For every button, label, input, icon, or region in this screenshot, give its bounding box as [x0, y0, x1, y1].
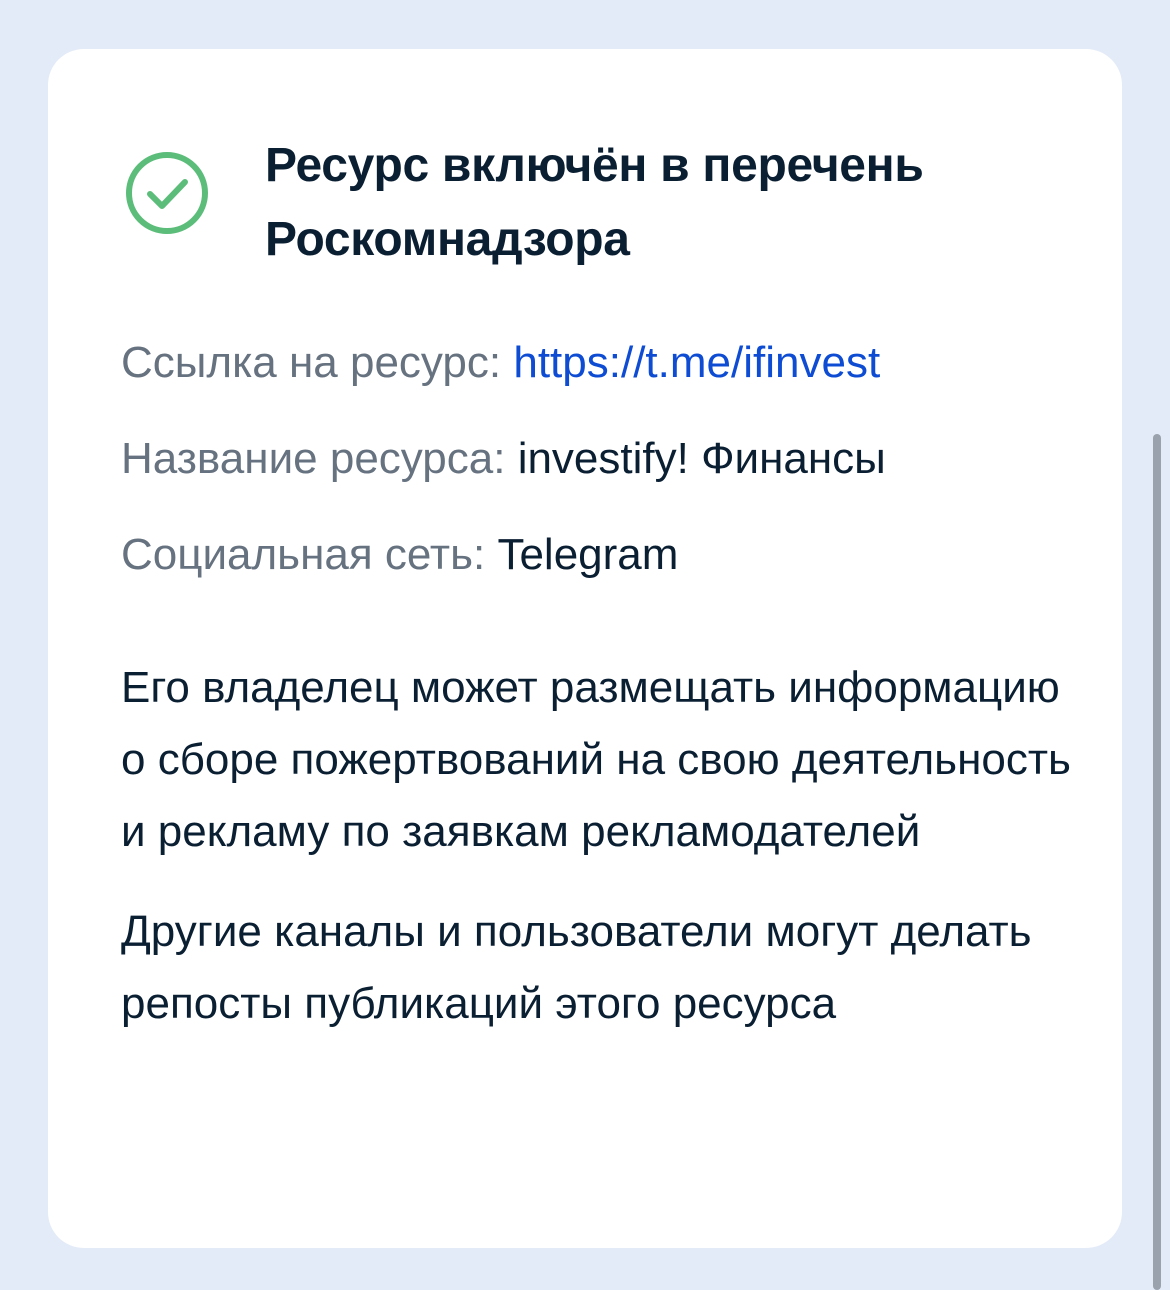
resource-details: Ссылка на ресурс: https://t.me/ifinvest … — [121, 331, 1081, 619]
resource-name-label: Название ресурса: — [121, 434, 518, 483]
resource-link-row: Ссылка на ресурс: https://t.me/ifinvest — [121, 331, 1081, 395]
resource-info-text: Его владелец может размещать информацию … — [121, 652, 1081, 1068]
status-card: Ресурс включён в перечень Роскомнадзора … — [48, 49, 1122, 1248]
status-title: Ресурс включён в перечень Роскомнадзора — [265, 139, 924, 266]
resource-link-label: Ссылка на ресурс: — [121, 338, 514, 387]
resource-name-row: Название ресурса: investify! Финансы — [121, 427, 1081, 491]
repost-permissions-text: Другие каналы и пользователи могут делат… — [121, 907, 1032, 1028]
social-network-row: Социальная сеть: Telegram — [121, 523, 1081, 587]
resource-name-value: investify! Финансы — [517, 434, 886, 483]
social-network-label: Социальная сеть: — [121, 530, 498, 579]
owner-permissions-text: Его владелец может размещать информацию … — [121, 663, 1071, 856]
social-network-value: Telegram — [497, 530, 679, 579]
check-circle-icon — [126, 152, 208, 234]
resource-link[interactable]: https://t.me/ifinvest — [513, 338, 880, 387]
scrollbar[interactable] — [1153, 434, 1161, 1290]
